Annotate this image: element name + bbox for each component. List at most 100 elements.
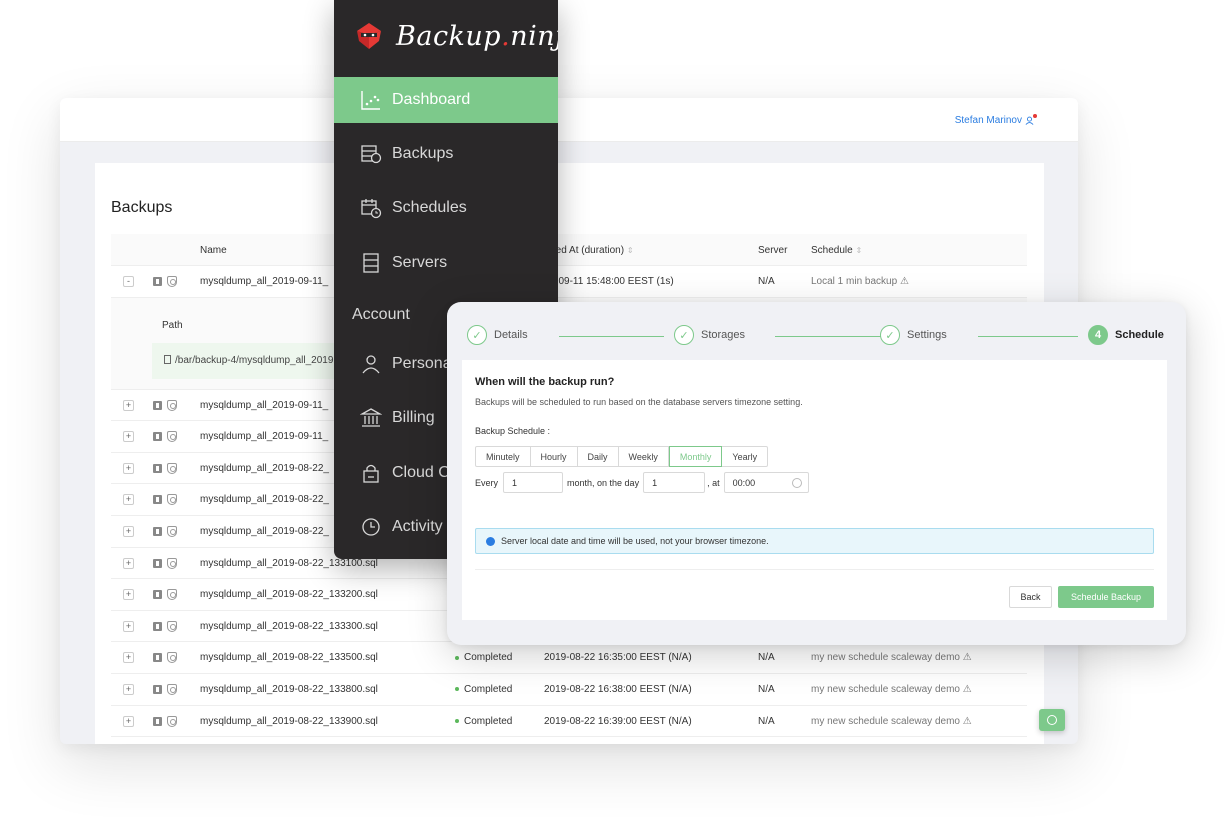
- backup-name: mysqldump_all_2019-09-11_: [200, 276, 329, 287]
- every-input[interactable]: 1: [503, 472, 564, 493]
- step-storages[interactable]: ✓ Storages: [674, 325, 745, 345]
- back-button[interactable]: Back: [1009, 586, 1052, 608]
- database-icon: [153, 716, 162, 726]
- expand-toggle[interactable]: +: [123, 399, 134, 411]
- collapse-toggle[interactable]: -: [123, 276, 134, 287]
- frequency-option[interactable]: Daily: [577, 446, 619, 467]
- database-icon: [153, 526, 162, 536]
- path-value[interactable]: /bar/backup-4/mysqldump_all_2019: [164, 354, 333, 366]
- schedule-field-label: Backup Schedule :: [475, 426, 551, 436]
- status-badge: Completed: [455, 684, 512, 695]
- database-icon: [153, 558, 162, 568]
- info-icon: [486, 536, 495, 546]
- backup-name: mysqldump_all_2019-08-22_133500.sql: [200, 652, 378, 664]
- expand-toggle[interactable]: +: [123, 683, 134, 695]
- nav-schedules[interactable]: Schedules: [334, 185, 558, 231]
- user-menu[interactable]: Stefan Marinov: [955, 114, 1037, 126]
- nav-backups[interactable]: Backups: [334, 131, 558, 177]
- status-dot: [455, 687, 459, 692]
- nav-label: Cloud C: [392, 464, 450, 481]
- every-label: Every: [475, 477, 499, 488]
- table-row: + mysqldump_all_2019-08-22_133800.sql Comp…: [111, 674, 1027, 706]
- chat-icon: [1047, 715, 1057, 725]
- header-schedule[interactable]: Schedule ⇕: [811, 245, 862, 256]
- notification-dot: [1033, 114, 1037, 118]
- bank-icon: [359, 407, 383, 429]
- status-badge: Completed: [455, 716, 512, 727]
- expand-toggle[interactable]: +: [123, 462, 134, 474]
- expand-toggle[interactable]: +: [123, 620, 134, 632]
- backup-schedule[interactable]: my new schedule scaleway demo ⚠: [811, 716, 972, 727]
- nav-label: Billing: [392, 409, 435, 426]
- schedule-backup-button[interactable]: Schedule Backup: [1058, 586, 1154, 608]
- backup-name: mysqldump_all_2019-08-22_133300.sql: [200, 620, 378, 632]
- backup-started: 2019-08-22 16:35:00 EEST (N/A): [544, 652, 692, 664]
- step-connector: [775, 336, 890, 337]
- backup-started: 2019-08-22 16:39:00 EEST (N/A): [544, 715, 692, 727]
- frequency-option[interactable]: Minutely: [475, 446, 531, 467]
- step-settings[interactable]: ✓ Settings: [880, 325, 947, 345]
- step-schedule[interactable]: 4 Schedule: [1088, 325, 1164, 345]
- user-icon: [1025, 114, 1037, 125]
- frequency-selector: Minutely Hourly Daily Weekly Monthly Yea…: [475, 446, 769, 467]
- frequency-option[interactable]: Yearly: [722, 446, 769, 467]
- database-icon: [153, 621, 162, 631]
- backup-name: mysqldump_all_2019-08-22_: [200, 525, 329, 537]
- warning-icon: ⚠: [962, 715, 972, 727]
- shield-icon: [167, 683, 177, 695]
- check-icon: ✓: [674, 325, 694, 345]
- nav-dashboard[interactable]: Dashboard: [334, 77, 558, 123]
- nav-label: Backups: [392, 145, 454, 162]
- expand-toggle[interactable]: +: [123, 525, 134, 537]
- time-picker[interactable]: 00:00: [723, 472, 809, 493]
- database-icon: [153, 495, 162, 505]
- question-description: Backups will be scheduled to run based o…: [475, 397, 803, 407]
- backup-schedule[interactable]: my new schedule scaleway demo ⚠: [811, 684, 972, 695]
- backup-name: mysqldump_all_2019-08-22_133900.sql: [200, 715, 378, 727]
- backup-name: mysqldump_all_2019-08-22_133200.sql: [200, 589, 378, 601]
- nav-label: Activity l: [392, 518, 451, 535]
- chat-button[interactable]: [1039, 709, 1065, 731]
- shield-icon: [167, 462, 177, 474]
- shield-icon: [167, 589, 177, 601]
- frequency-option[interactable]: Hourly: [530, 446, 578, 467]
- shield-icon: [167, 431, 177, 443]
- lock-icon: [360, 462, 382, 484]
- info-text: Server local date and time will be used,…: [501, 536, 769, 546]
- backup-schedule[interactable]: Local 1 min backup ⚠: [811, 276, 909, 287]
- database-icon: [153, 400, 162, 410]
- expand-toggle[interactable]: +: [123, 715, 134, 727]
- nav-label: Servers: [392, 254, 448, 271]
- expand-toggle[interactable]: +: [123, 431, 134, 443]
- expand-toggle[interactable]: +: [123, 557, 134, 569]
- logo[interactable]: Backup.ninja: [354, 18, 558, 54]
- header-name[interactable]: Name: [200, 245, 227, 256]
- nav-label: Persona: [392, 355, 452, 372]
- backup-name: mysqldump_all_2019-08-22_133800.sql: [200, 683, 378, 695]
- sort-icon: ⇕: [855, 246, 863, 255]
- database-icon: [153, 684, 162, 694]
- expand-toggle[interactable]: +: [123, 652, 134, 664]
- ninja-logo-icon: [354, 21, 384, 51]
- backup-server: N/A: [758, 652, 775, 664]
- top-bar: Stefan Marinov: [60, 98, 1078, 142]
- backup-schedule[interactable]: my new schedule scaleway demo ⚠: [811, 652, 972, 663]
- check-icon: ✓: [880, 325, 900, 345]
- expand-toggle[interactable]: +: [123, 589, 134, 601]
- nav-servers[interactable]: Servers: [334, 240, 558, 286]
- header-server: Server: [758, 245, 788, 256]
- backup-name: mysqldump_all_2019-09-11_: [200, 431, 329, 443]
- database-icon: [153, 277, 162, 286]
- shield-icon: [167, 525, 177, 537]
- user-icon: [360, 353, 382, 375]
- step-details[interactable]: ✓ Details: [467, 325, 528, 345]
- wizard-body: When will the backup run? Backups will b…: [462, 360, 1167, 620]
- shield-icon: [167, 620, 177, 632]
- database-icon: [153, 653, 162, 663]
- frequency-option[interactable]: Weekly: [618, 446, 669, 467]
- expand-toggle[interactable]: +: [123, 494, 134, 506]
- day-input[interactable]: 1: [643, 472, 706, 493]
- backup-name: mysqldump_all_2019-08-22_133100.sql: [200, 557, 378, 569]
- history-icon: [360, 516, 382, 538]
- frequency-option-selected[interactable]: Monthly: [668, 446, 723, 467]
